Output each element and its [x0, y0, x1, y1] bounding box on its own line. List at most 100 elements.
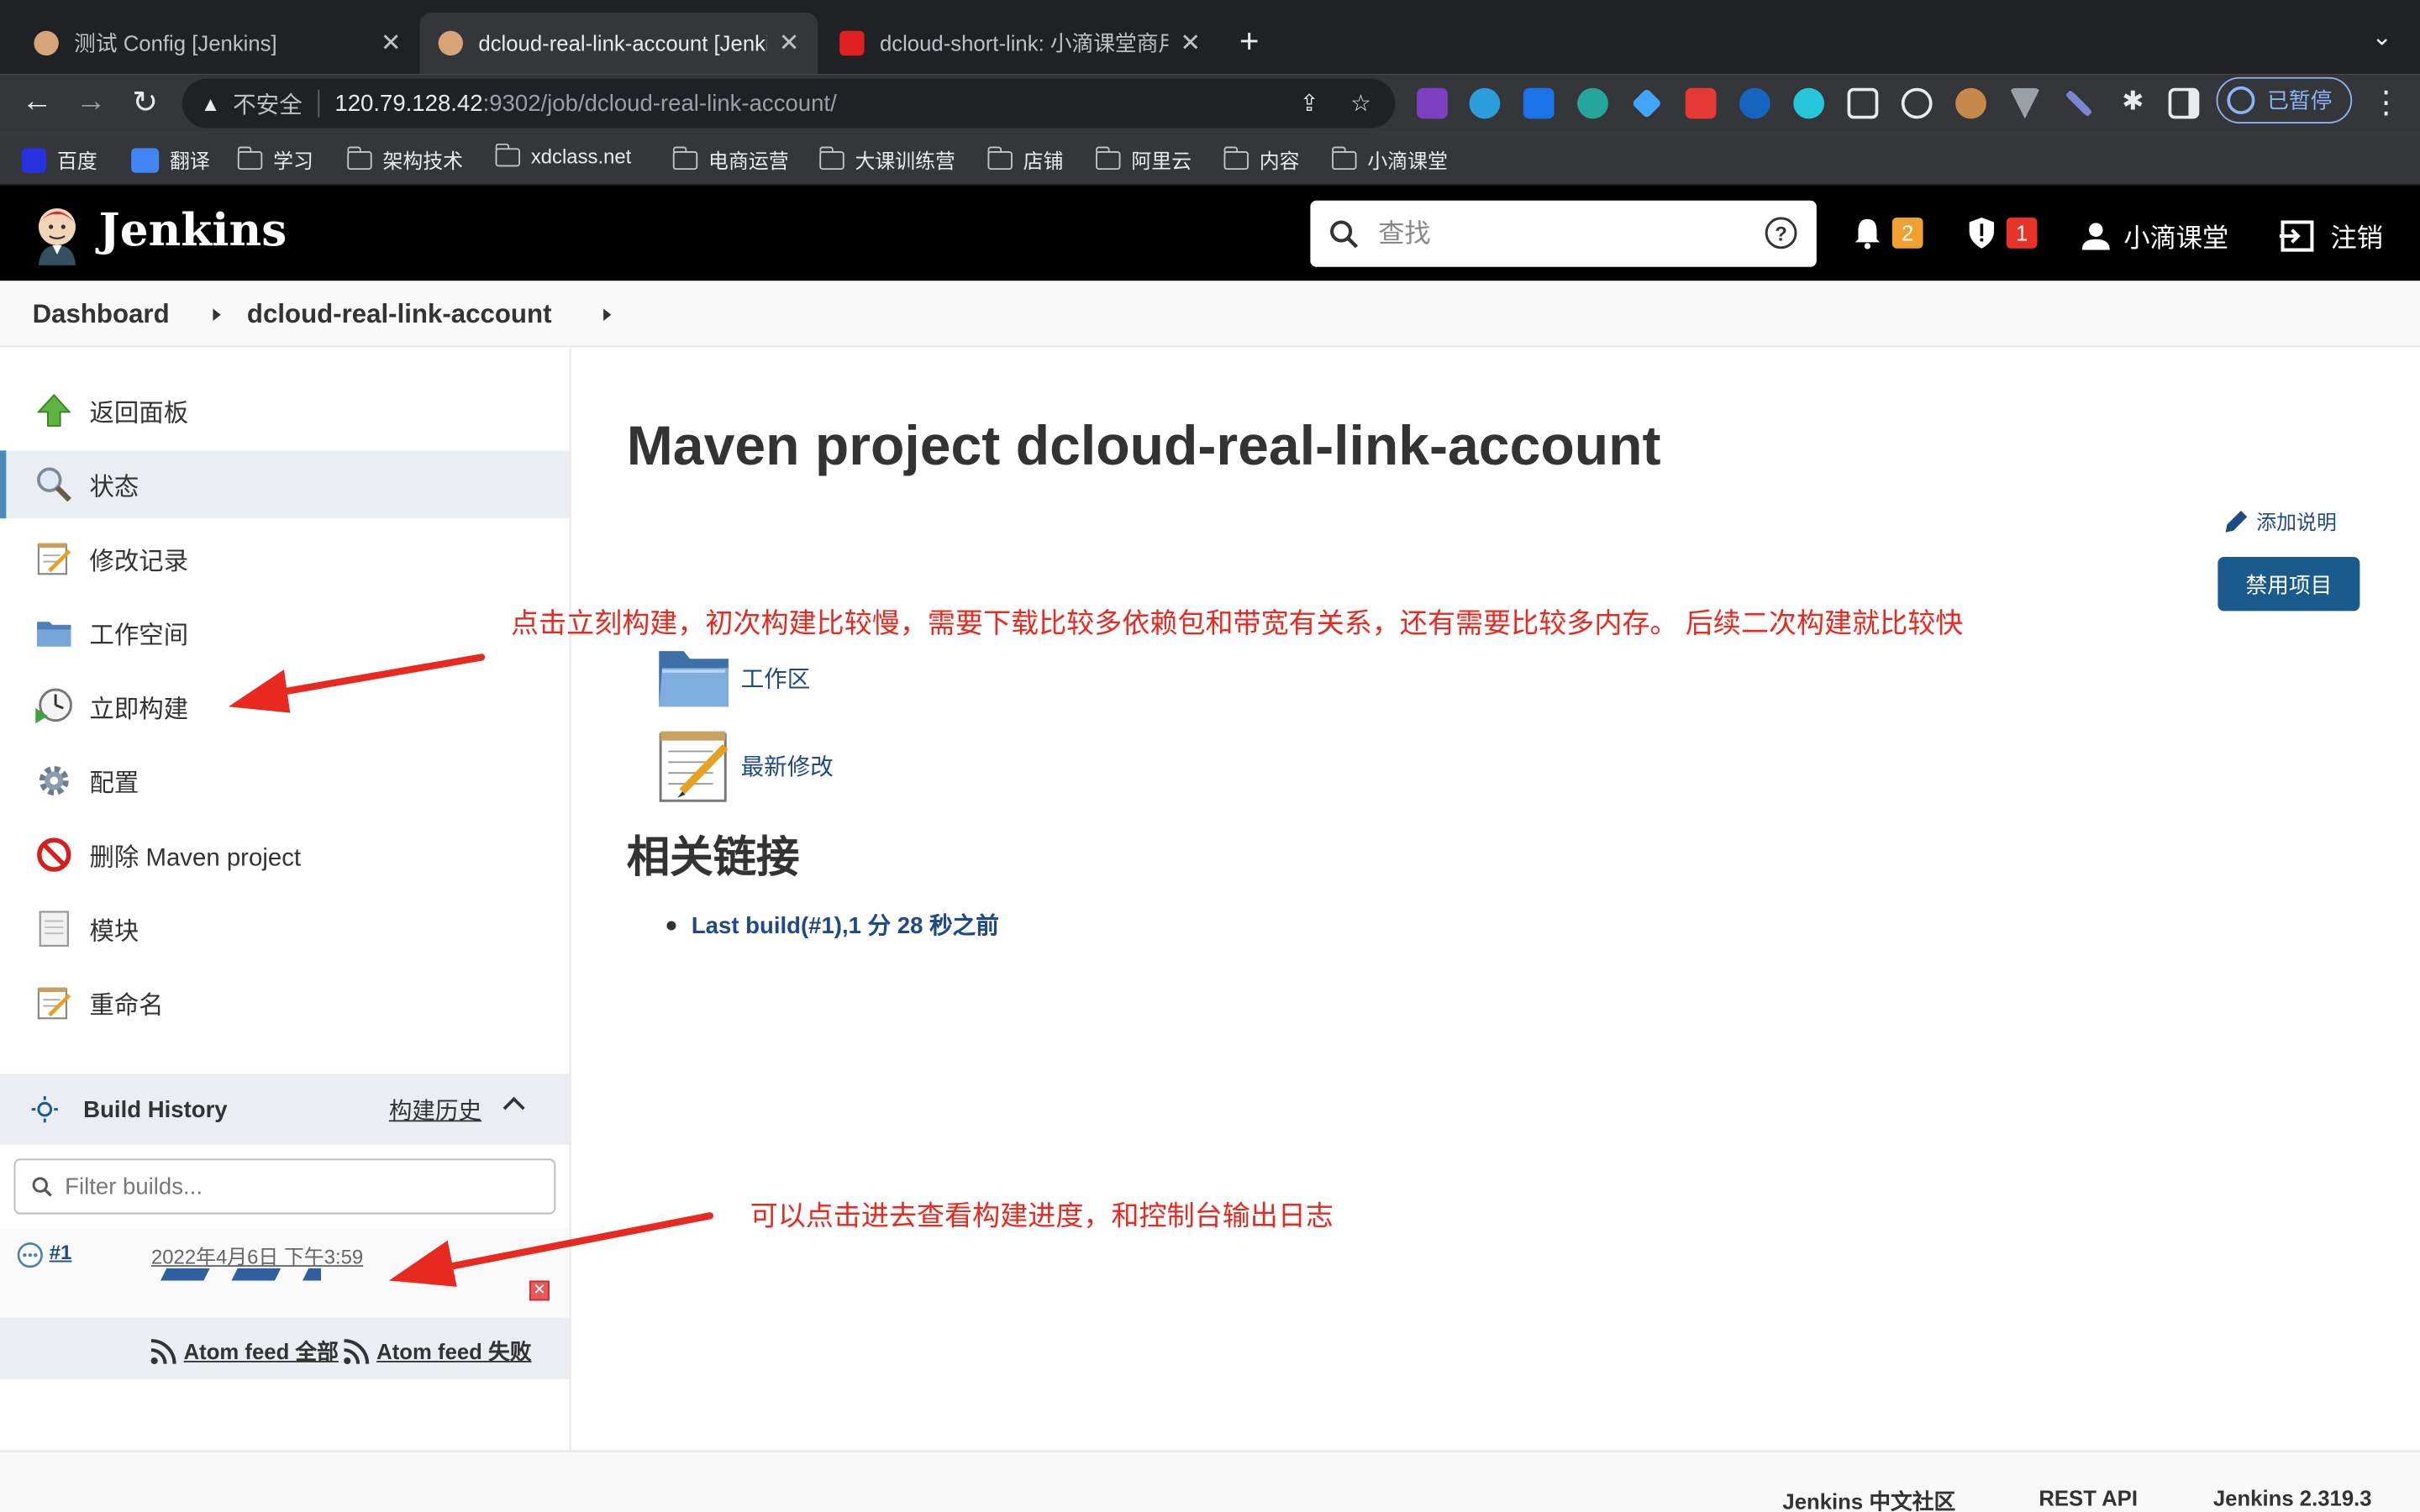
profile-button[interactable]: 已暂停 [2216, 76, 2353, 123]
bookmark-star-icon[interactable]: ☆ [1350, 90, 1371, 117]
annotation-arrow-icon [228, 654, 486, 713]
browser-tab-bar: 测试 Config [Jenkins] ✕ dcloud-real-link-a… [0, 0, 2420, 75]
magnifier-icon [34, 465, 74, 505]
notifications-button[interactable]: 2 [1852, 216, 1923, 249]
draw-extension-icon[interactable] [1523, 87, 1555, 119]
search-box[interactable]: ? [1310, 200, 1817, 267]
bookmark-folder[interactable]: 架构技术 [346, 145, 463, 175]
last-build-link[interactable]: Last build(#1),1 分 28 秒之前 [666, 909, 999, 942]
breadcrumb-caret-icon[interactable] [213, 308, 221, 322]
notepad-icon [34, 983, 74, 1023]
help-icon[interactable]: ? [1764, 216, 1797, 258]
bookmark-folder[interactable]: 学习 [236, 145, 313, 175]
sidebar-item-changes[interactable]: 修改记录 [0, 524, 570, 592]
sidebar-item-configure[interactable]: 配置 [0, 747, 570, 815]
app-name[interactable]: Jenkins [99, 203, 287, 255]
sidebar-item-modules[interactable]: 模块 [0, 895, 570, 963]
shield-icon [1969, 217, 1995, 249]
rest-api-link[interactable]: REST API [2039, 1486, 2138, 1510]
bookmark-item[interactable]: 百度 [21, 145, 97, 175]
sidebar-item-back-to-dashboard[interactable]: 返回面板 [0, 376, 570, 444]
side-panel-icon[interactable] [2168, 87, 2200, 119]
close-tab-icon[interactable]: ✕ [779, 28, 800, 59]
bookmark-folder[interactable]: 小滴课堂 [1331, 145, 1448, 175]
atom-feed-all-link[interactable]: Atom feed 全部 [150, 1336, 339, 1368]
back-icon[interactable]: ← [15, 81, 58, 123]
recent-changes-link[interactable]: 最新修改 [657, 727, 834, 804]
logout-icon [2279, 219, 2314, 251]
bookmark-folder[interactable]: 店铺 [986, 145, 1064, 175]
build-number-link[interactable]: #1 [50, 1241, 72, 1264]
gitee-favicon-icon [839, 30, 865, 56]
square-extension-icon[interactable] [1847, 87, 1879, 119]
vue-extension-icon[interactable] [2009, 87, 2041, 119]
bookmark-folder[interactable]: 大课训练营 [818, 145, 955, 175]
translate-extension-icon[interactable] [1685, 87, 1717, 119]
pencil-icon [2225, 510, 2248, 532]
logout-button[interactable]: 注销 [2278, 216, 2383, 255]
sidebar-item-delete-project[interactable]: 删除 Maven project [0, 821, 570, 889]
build-date-link[interactable]: 2022年4月6日 下午3:59 [151, 1241, 363, 1270]
jenkins-butler-logo-icon[interactable] [31, 203, 83, 265]
share-icon[interactable]: ⇪ [1300, 90, 1319, 117]
build-trend-link[interactable]: 构建历史 [389, 1094, 481, 1126]
bookmark-folder[interactable]: 内容 [1223, 145, 1300, 175]
browser-tab[interactable]: dcloud-short-link: 小滴课堂商用 ✕ [821, 13, 1219, 74]
browser-tab[interactable]: 测试 Config [Jenkins] ✕ [15, 13, 419, 74]
new-tab-icon[interactable]: + [1239, 22, 1260, 62]
breadcrumb-caret-icon[interactable] [603, 308, 612, 322]
close-tab-icon[interactable]: ✕ [381, 28, 402, 59]
collapse-chevron-icon[interactable] [502, 1096, 525, 1119]
bookmark-folder[interactable]: 电商运营 [671, 145, 789, 175]
bookmark-folder[interactable]: xdclass.net [494, 142, 631, 168]
breadcrumb-job[interactable]: dcloud-real-link-account [247, 299, 552, 330]
version-link[interactable]: Jenkins 2.319.3 [2213, 1486, 2372, 1510]
pen-extension-icon[interactable] [2065, 89, 2093, 118]
forward-icon[interactable]: → [70, 81, 113, 123]
reload-icon[interactable]: ↻ [124, 81, 166, 123]
rss-icon [150, 1339, 176, 1365]
sidebar-item-status[interactable]: 状态 [0, 450, 570, 519]
add-description-link[interactable]: 添加说明 [2223, 506, 2337, 535]
m-extension-icon[interactable] [1577, 87, 1608, 119]
tab-search-chevron-icon[interactable]: ⌄ [2371, 22, 2392, 53]
sidebar-item-rename[interactable]: 重命名 [0, 969, 570, 1037]
rp-extension-icon[interactable] [1417, 87, 1448, 119]
warning-triangle-icon: ▲ [200, 92, 221, 115]
jenkins-favicon-icon [34, 30, 59, 56]
gem-extension-icon[interactable] [1631, 87, 1662, 119]
kebab-menu-icon[interactable]: ⋮ [2365, 81, 2407, 123]
puzzle-extensions-icon[interactable]: ✱ [2112, 81, 2154, 123]
bookmark-folder[interactable]: 阿里云 [1095, 145, 1192, 175]
user-menu[interactable]: 小滴课堂 [2081, 216, 2228, 255]
jenkins-favicon-icon [438, 30, 464, 56]
circle-extension-icon[interactable] [1793, 87, 1825, 119]
address-bar[interactable]: ▲ 不安全 120.79.128.42:9302/job/dcloud-real… [182, 78, 1396, 129]
folder-icon [671, 145, 698, 170]
related-links-title: 相关链接 [626, 832, 800, 881]
security-button[interactable]: 1 [1966, 216, 2038, 249]
community-link[interactable]: Jenkins 中文社区 [1782, 1486, 1955, 1512]
disable-project-button[interactable]: 禁用项目 [2217, 557, 2360, 612]
filter-builds-input[interactable] [65, 1173, 529, 1200]
folder-icon [659, 651, 729, 707]
bookmarks-bar: 百度 翻译 学习 架构技术 xdclass.net 电商运营 大课训练营 店铺 … [0, 132, 2420, 186]
bookmark-item[interactable]: 翻译 [131, 145, 210, 175]
clock-play-icon [34, 686, 74, 727]
document-icon [34, 909, 74, 949]
breadcrumb: Dashboard dcloud-real-link-account [0, 281, 2420, 348]
close-tab-icon[interactable]: ✕ [1180, 28, 1201, 59]
breadcrumb-dashboard[interactable]: Dashboard [33, 299, 170, 330]
at-extension-icon[interactable] [1739, 87, 1770, 119]
notepad-icon [34, 538, 74, 579]
browser-tab-active[interactable]: dcloud-real-link-account [Jenkins] ✕ [419, 12, 818, 75]
bell-icon [1854, 218, 1881, 249]
build-progress-bar [160, 1268, 322, 1281]
eye-extension-icon[interactable] [1469, 87, 1501, 119]
browser-toolbar: ← → ↻ ▲ 不安全 120.79.128.42:9302/job/dclou… [0, 74, 2420, 133]
cookie-extension-icon[interactable] [1955, 87, 1986, 119]
json-extension-icon[interactable] [1901, 87, 1933, 119]
workspace-link[interactable]: 工作区 [657, 645, 810, 710]
search-input[interactable] [1378, 218, 1749, 249]
atom-feed-failed-link[interactable]: Atom feed 失败 [343, 1336, 531, 1368]
